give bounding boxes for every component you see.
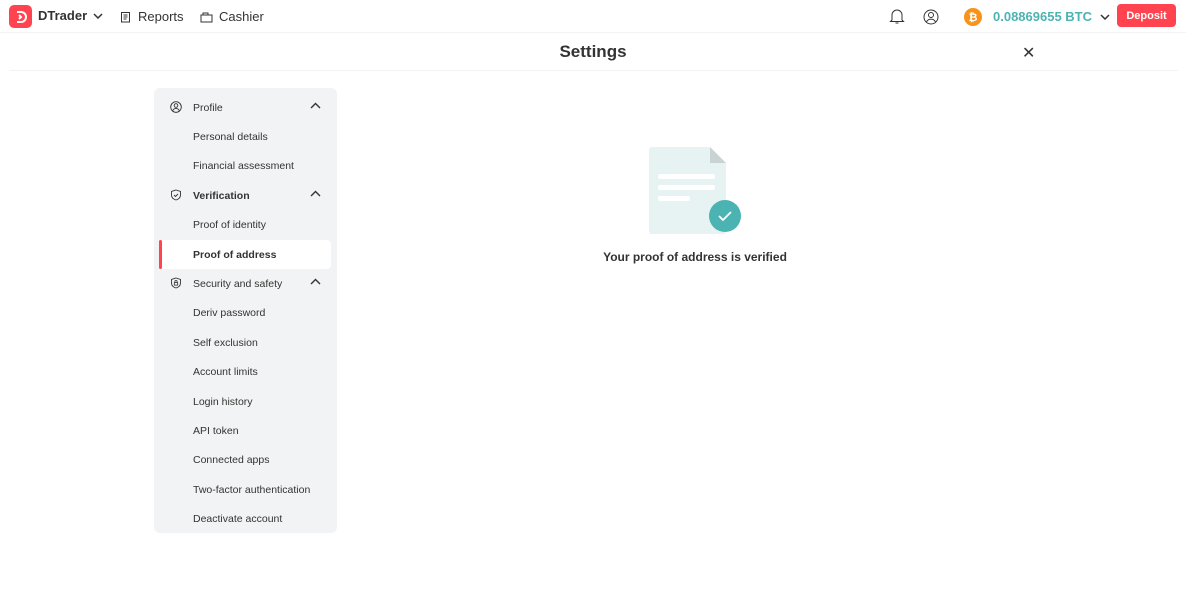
chevron-down-icon bbox=[93, 12, 103, 19]
sidebar-label: Account limits bbox=[193, 366, 258, 379]
sidebar-label: Deactivate account bbox=[193, 513, 283, 526]
close-icon[interactable]: ✕ bbox=[1022, 43, 1035, 63]
sidebar-label: Personal details bbox=[193, 131, 268, 144]
chevron-down-icon bbox=[1100, 13, 1110, 20]
chevron-up-icon bbox=[310, 190, 321, 197]
account-switcher[interactable]: ₿ 0.08869655 BTC bbox=[964, 0, 1110, 33]
sidebar-label: Verification bbox=[193, 189, 250, 202]
settings-sidebar: Profile Personal details Financial asses… bbox=[154, 88, 337, 533]
sidebar-item-deriv-password[interactable]: Deriv password bbox=[159, 299, 331, 328]
sidebar-label: Login history bbox=[193, 395, 253, 408]
reports-link[interactable]: Reports bbox=[120, 9, 184, 24]
chevron-up-icon bbox=[310, 102, 321, 109]
sidebar-group-profile[interactable]: Profile bbox=[159, 93, 331, 122]
sidebar-label: Connected apps bbox=[193, 454, 270, 467]
verified-document-icon bbox=[649, 147, 741, 234]
verification-status-message: Your proof of address is verified bbox=[603, 250, 787, 264]
sidebar-label: Security and safety bbox=[193, 278, 283, 291]
sidebar-label: Proof of identity bbox=[193, 219, 266, 232]
deposit-button[interactable]: Deposit bbox=[1117, 4, 1176, 27]
sidebar-item-financial-assessment[interactable]: Financial assessment bbox=[159, 152, 331, 181]
sidebar-label: Proof of address bbox=[193, 248, 277, 261]
notifications-button[interactable] bbox=[889, 0, 905, 33]
top-bar: DTrader Reports Cashier ₿ 0.08869655 BTC… bbox=[0, 0, 1186, 33]
balance: 0.08869655 BTC bbox=[993, 9, 1093, 24]
shield-lock-icon bbox=[171, 277, 181, 289]
bitcoin-icon: ₿ bbox=[964, 7, 982, 26]
sidebar-item-proof-of-identity[interactable]: Proof of identity bbox=[159, 211, 331, 240]
sidebar-label: Deriv password bbox=[193, 307, 266, 320]
sidebar-item-personal-details[interactable]: Personal details bbox=[159, 122, 331, 151]
app-name: DTrader bbox=[38, 8, 88, 23]
sidebar-item-login-history[interactable]: Login history bbox=[159, 387, 331, 416]
sidebar-item-two-factor[interactable]: Two-factor authentication bbox=[159, 475, 331, 504]
sidebar-item-api-token[interactable]: API token bbox=[159, 416, 331, 445]
sidebar-label: API token bbox=[193, 424, 239, 437]
user-icon bbox=[923, 9, 939, 24]
page-title: Settings bbox=[559, 42, 627, 61]
sidebar-group-verification[interactable]: Verification bbox=[159, 181, 331, 210]
cashier-icon bbox=[200, 12, 213, 22]
chevron-up-icon bbox=[310, 278, 321, 285]
sidebar-label: Profile bbox=[193, 101, 223, 114]
reports-label: Reports bbox=[138, 9, 184, 24]
cashier-link[interactable]: Cashier bbox=[200, 9, 264, 24]
sidebar-label: Self exclusion bbox=[193, 336, 258, 349]
shield-check-icon bbox=[171, 189, 181, 201]
sidebar-item-self-exclusion[interactable]: Self exclusion bbox=[159, 328, 331, 357]
sidebar-group-security[interactable]: Security and safety bbox=[159, 269, 331, 298]
sidebar-item-account-limits[interactable]: Account limits bbox=[159, 358, 331, 387]
sidebar-label: Financial assessment bbox=[193, 160, 294, 173]
divider bbox=[10, 70, 1178, 71]
account-settings-button[interactable] bbox=[923, 0, 939, 33]
cashier-label: Cashier bbox=[219, 9, 264, 24]
sidebar-item-proof-of-address[interactable]: Proof of address bbox=[159, 239, 331, 270]
sidebar-item-connected-apps[interactable]: Connected apps bbox=[159, 446, 331, 475]
deriv-logo-icon[interactable] bbox=[9, 5, 32, 28]
sidebar-item-deactivate-account[interactable]: Deactivate account bbox=[159, 504, 331, 533]
app-switcher[interactable]: DTrader bbox=[38, 8, 103, 23]
sidebar-label: Two-factor authentication bbox=[193, 483, 311, 496]
bell-icon bbox=[889, 9, 905, 24]
user-icon bbox=[170, 101, 182, 113]
reports-icon bbox=[121, 11, 130, 22]
svg-text:₿: ₿ bbox=[969, 12, 978, 24]
